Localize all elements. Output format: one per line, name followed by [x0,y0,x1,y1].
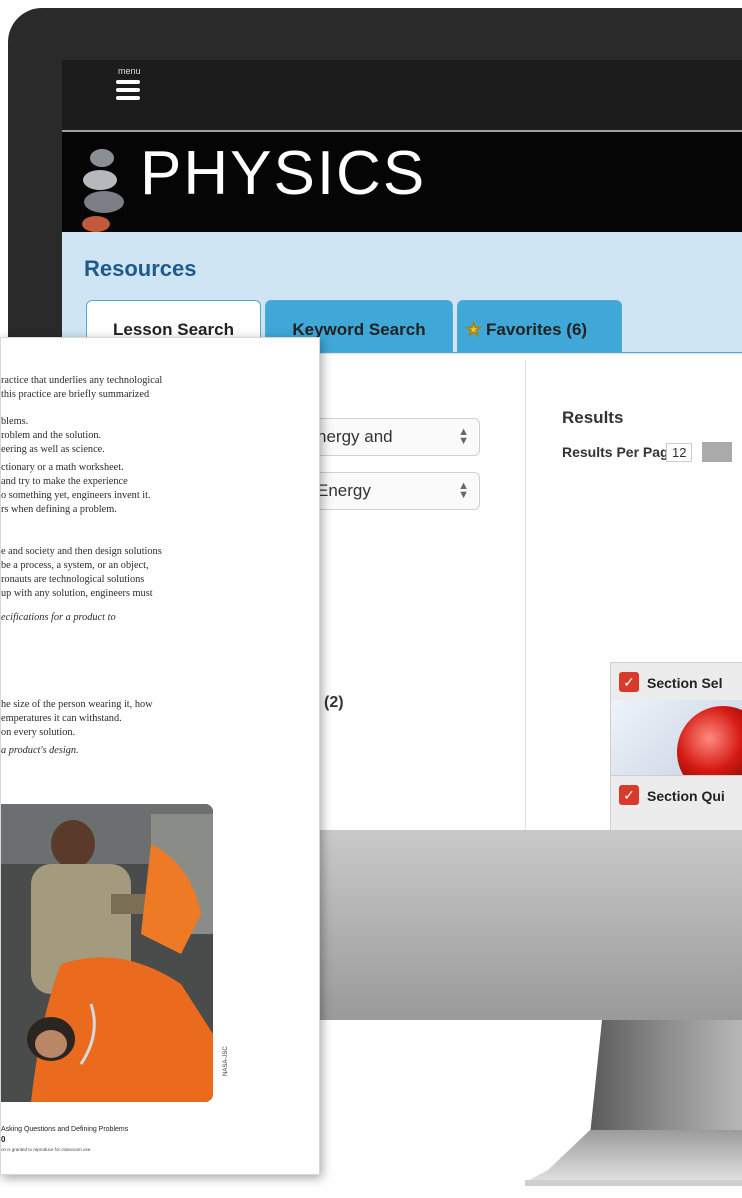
text-line: blems. [1,416,29,427]
text-line: ractice that underlies any technological [1,375,163,386]
text-line: and try to make the experience [1,476,128,487]
checkmark-icon: ✓ [619,785,639,805]
text-line: ronauts are technological solutions [1,574,145,585]
star-icon: ★ [465,320,482,340]
text-line: eering as well as science. [1,444,105,455]
text-line: emperatures it can withstand. [1,713,122,724]
worksheet-copyright: on is granted to reproduce for classroom… [1,1147,92,1152]
results-per-page-button[interactable] [702,442,732,462]
text-line: he size of the person wearing it, how [1,699,153,710]
text-line: up with any solution, engineers must [1,588,153,599]
results-heading: Results [562,408,624,427]
text-line: e and society and then design solutions [1,546,162,557]
results-per-page-label: Results Per Page [562,444,677,460]
worksheet-page-number: 0 [1,1135,6,1144]
column-divider [525,360,526,830]
text-line: ecifications for a product to [1,612,116,623]
select-arrows-icon: ▲ ▼ [458,426,469,447]
select-value: Energy [317,481,371,500]
top-nav-bar [62,60,742,130]
text-line: a product's design. [1,745,79,756]
astronaut-photo [1,804,213,1102]
select-arrows-icon: ▲ ▼ [458,480,469,501]
resources-heading: Resources [84,256,197,281]
results-per-page-select[interactable]: 12 [666,443,693,462]
worksheet-footer-title: Asking Questions and Defining Problems [1,1126,129,1133]
text-line: be a process, a system, or an object, [1,560,149,571]
filter-count[interactable]: (2) [324,694,344,712]
menu-label: menu [118,66,141,76]
text-line: this practice are briefly summarized [1,389,150,400]
photo-credit: NASA-JSC [223,1046,229,1076]
result-card[interactable]: ✓ Section Qui [610,775,742,830]
subject-banner: PHYSICS [62,132,742,232]
text-line: o something yet, engineers invent it. [1,490,151,501]
select-value: nergy and [317,427,393,446]
text-line: roblem and the solution. [1,430,102,441]
filter-select-lesson[interactable]: Energy ▲ ▼ [302,472,480,510]
result-card-title[interactable]: Section Sel [647,675,722,691]
printed-worksheet: ractice that underlies any technological… [0,337,320,1175]
stacked-rocks-logo [82,149,124,232]
text-line: ctionary or a math worksheet. [1,462,124,473]
text-line: rs when defining a problem. [1,504,117,515]
banner-title: PHYSICS [140,139,427,208]
hamburger-menu-icon[interactable] [116,80,140,104]
text-line: on every solution. [1,727,76,738]
tab-favorites[interactable]: ★ Favorites (6) [457,300,622,352]
filter-select-unit[interactable]: nergy and ▲ ▼ [302,418,480,456]
result-card-title[interactable]: Section Qui [647,788,725,804]
checkmark-icon: ✓ [619,672,639,692]
tab-label: Favorites (6) [485,320,588,339]
